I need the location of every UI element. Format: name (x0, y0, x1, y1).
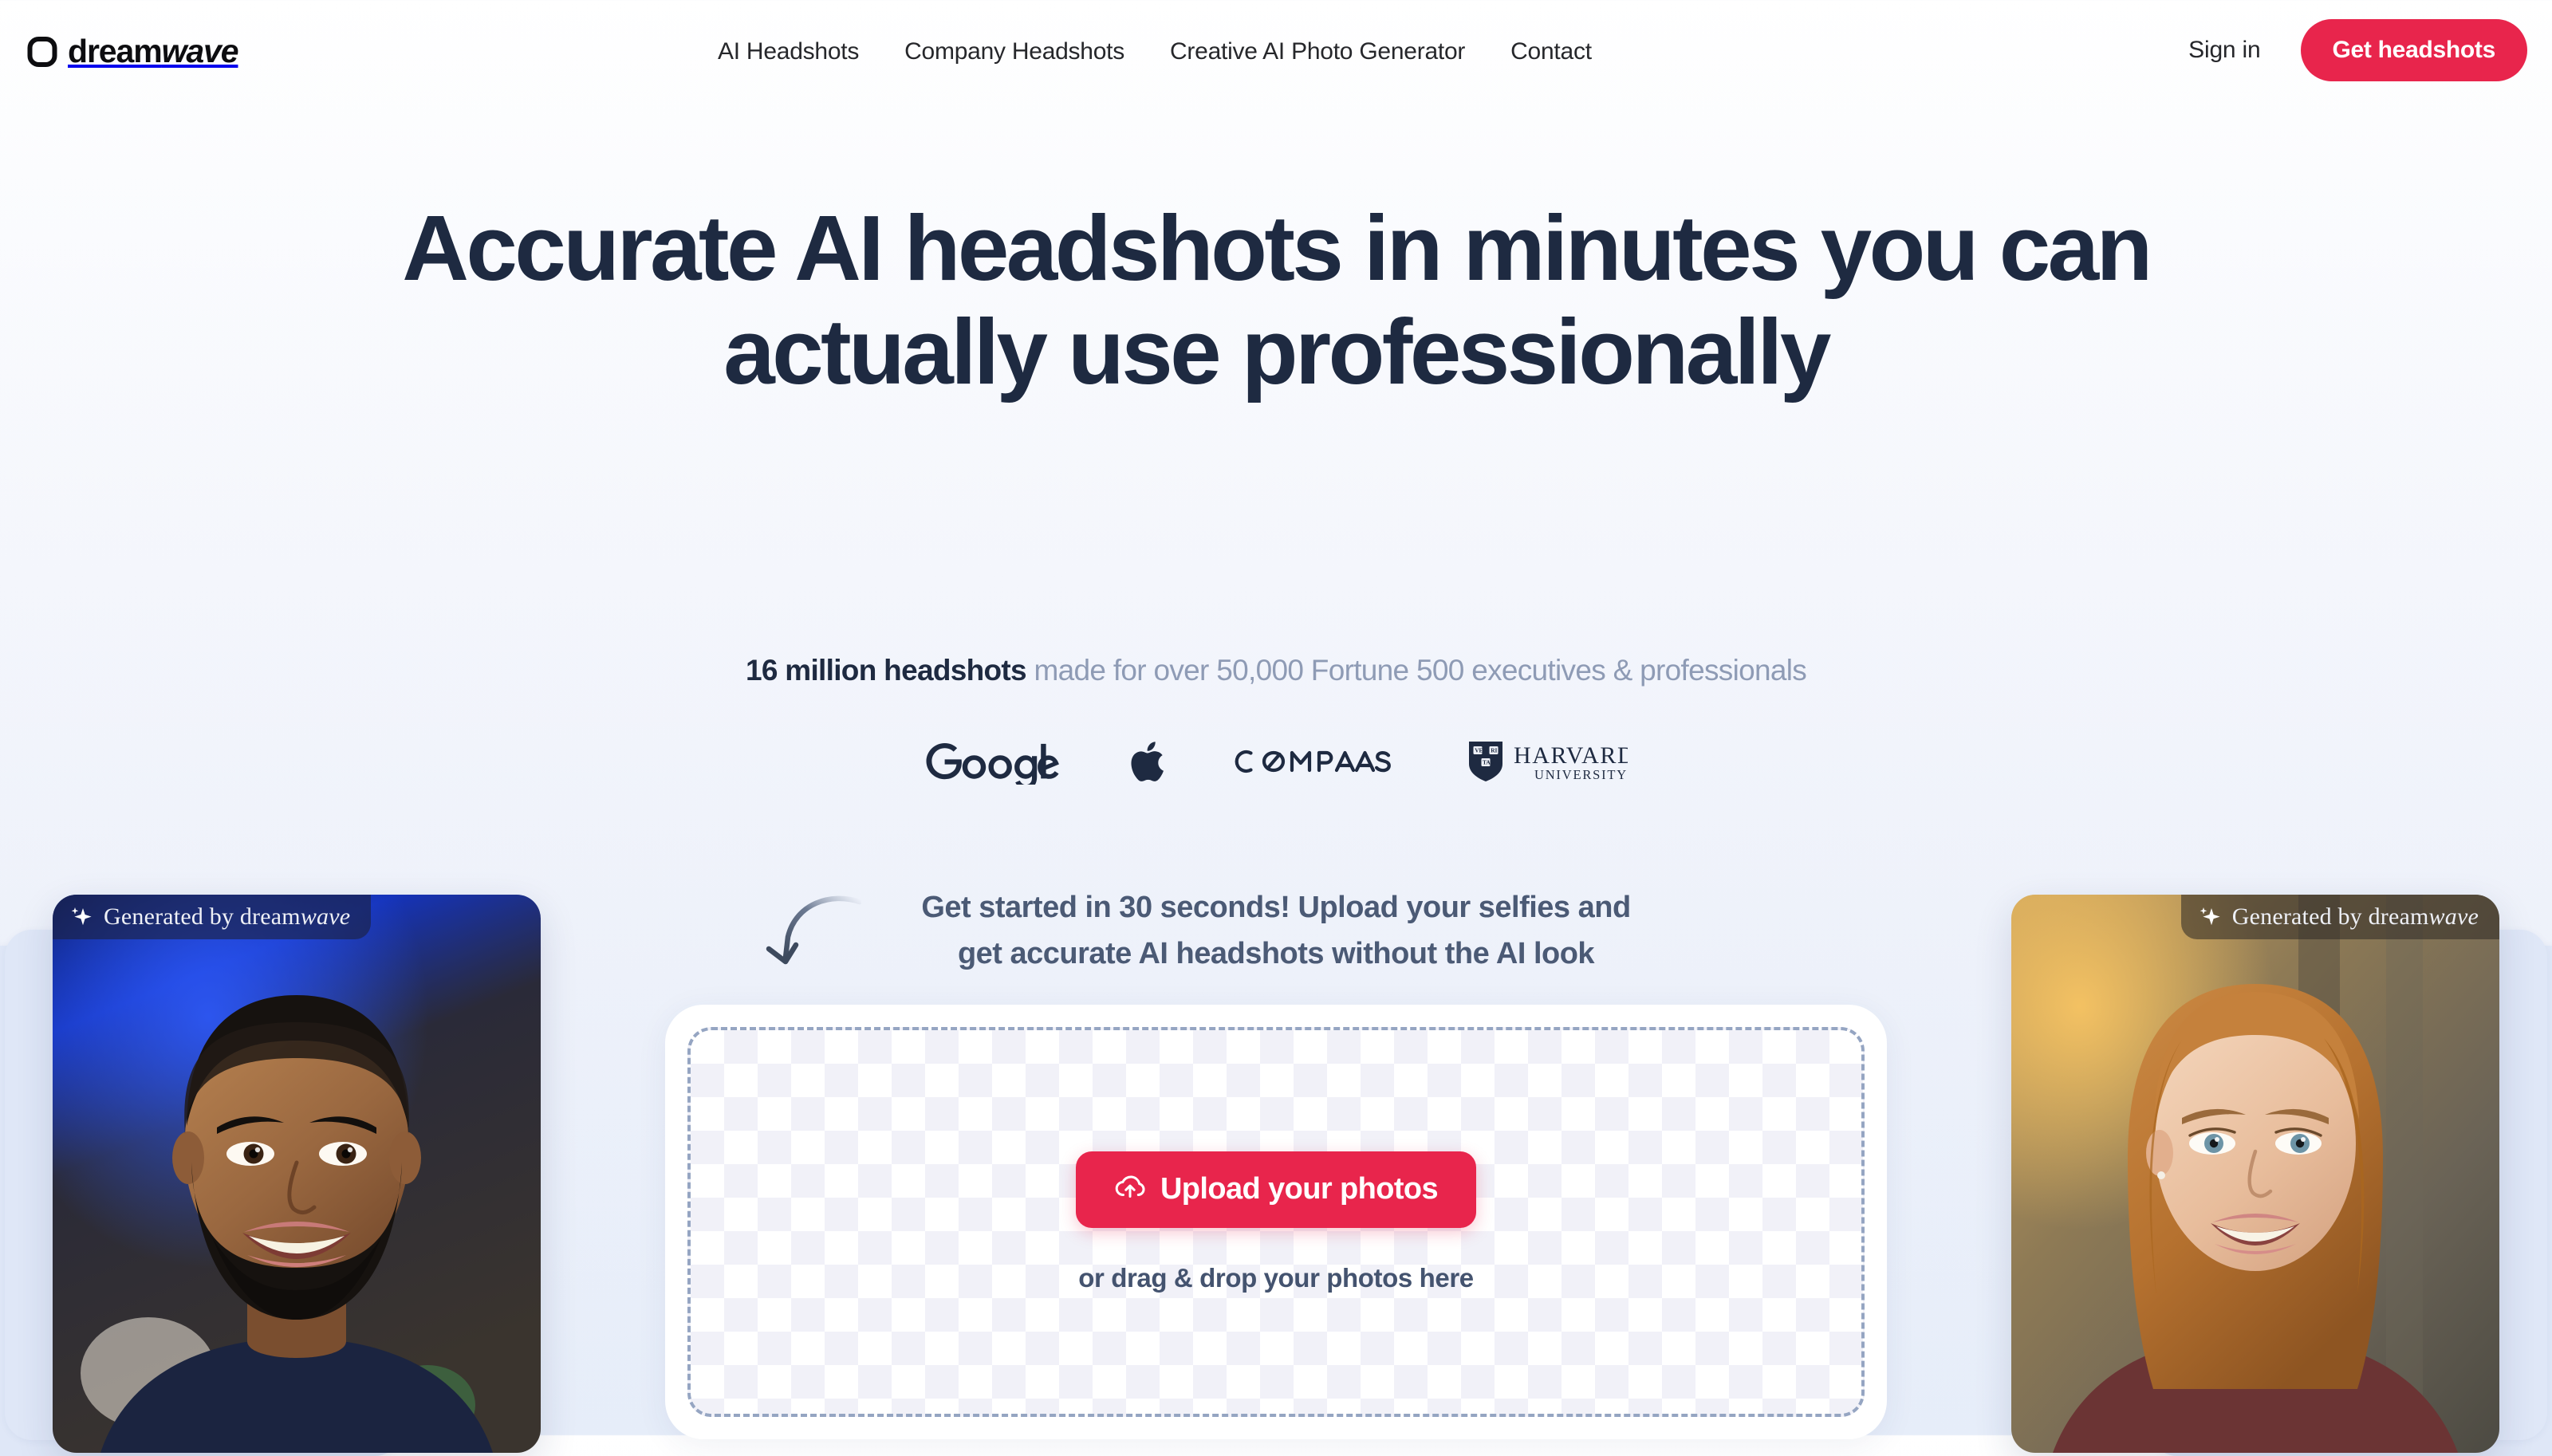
harvard-logo: VE RI TAS HARVARD UNIVERSITY (1464, 738, 1628, 785)
trusted-by-logo-strip: VE RI TAS HARVARD UNIVERSITY (924, 726, 1628, 797)
google-logo (924, 738, 1064, 785)
showcase-card-left: Generated by dreamwave (0, 895, 541, 1456)
sparkle-icon (2197, 905, 2221, 929)
nav-link-ai-headshots[interactable]: AI Headshots (718, 38, 859, 65)
nav-actions: Sign in Get headshots (2188, 19, 2527, 81)
cloud-upload-icon (1114, 1170, 1146, 1210)
brand-name-italic: wave (161, 33, 239, 69)
generated-by-badge: Generated by dreamwave (53, 895, 372, 939)
sparkle-icon (69, 905, 93, 929)
upload-your-photos-button[interactable]: Upload your photos (1075, 1151, 1477, 1228)
brand-name-bold: dream (68, 33, 163, 69)
showcase-card-right: Generated by dreamwave (2011, 895, 2552, 1456)
badge-text: Generated by dreamwave (2231, 903, 2479, 930)
drag-drop-hint: or drag & drop your photos here (1078, 1262, 1474, 1293)
upload-copy-line-2: get accurate AI headshots without the AI… (957, 936, 1595, 970)
hero-subline: 16 million headshots made for over 50,00… (319, 654, 2233, 687)
top-navigation-bar: dreamwave AI Headshots Company Headshots… (0, 0, 2552, 116)
hero-subline-strong: 16 million headshots (745, 654, 1027, 687)
brand-name: dreamwave (68, 33, 239, 69)
primary-nav-links: AI Headshots Company Headshots Creative … (718, 38, 1592, 65)
photo-dropzone[interactable]: Upload your photos or drag & drop your p… (687, 1027, 1865, 1417)
generated-by-badge: Generated by dreamwave (2180, 895, 2499, 939)
svg-text:TAS: TAS (1483, 758, 1494, 765)
squircle-logo-icon (27, 36, 57, 68)
hero-subline-rest: made for over 50,000 Fortune 500 executi… (1026, 654, 1807, 687)
badge-text: Generated by dreamwave (104, 903, 351, 930)
upload-copy-line-1: Get started in 30 seconds! Upload your s… (921, 891, 1631, 924)
generated-headshot-left[interactable]: Generated by dreamwave (53, 895, 541, 1453)
svg-text:VE: VE (1475, 746, 1483, 754)
upload-button-label: Upload your photos (1160, 1172, 1439, 1206)
generated-headshot-right[interactable]: Generated by dreamwave (2011, 895, 2499, 1453)
upload-instructions: Get started in 30 seconds! Upload your s… (813, 885, 1739, 978)
brand-logo[interactable]: dreamwave (27, 33, 239, 69)
compass-logo (1230, 746, 1399, 777)
nav-link-creative-ai-photo-generator[interactable]: Creative AI Photo Generator (1170, 38, 1465, 65)
svg-text:RI: RI (1491, 746, 1497, 754)
nav-link-contact[interactable]: Contact (1510, 38, 1592, 65)
page-title: Accurate AI headshots in minutes you can… (402, 196, 2152, 403)
upload-card: Upload your photos or drag & drop your p… (665, 1005, 1887, 1439)
get-headshots-button[interactable]: Get headshots (2300, 19, 2527, 81)
nav-link-company-headshots[interactable]: Company Headshots (904, 38, 1124, 65)
apple-logo (1129, 740, 1164, 783)
sign-in-link[interactable]: Sign in (2188, 37, 2261, 64)
svg-text:HARVARD: HARVARD (1514, 742, 1628, 769)
svg-text:UNIVERSITY: UNIVERSITY (1534, 767, 1628, 782)
